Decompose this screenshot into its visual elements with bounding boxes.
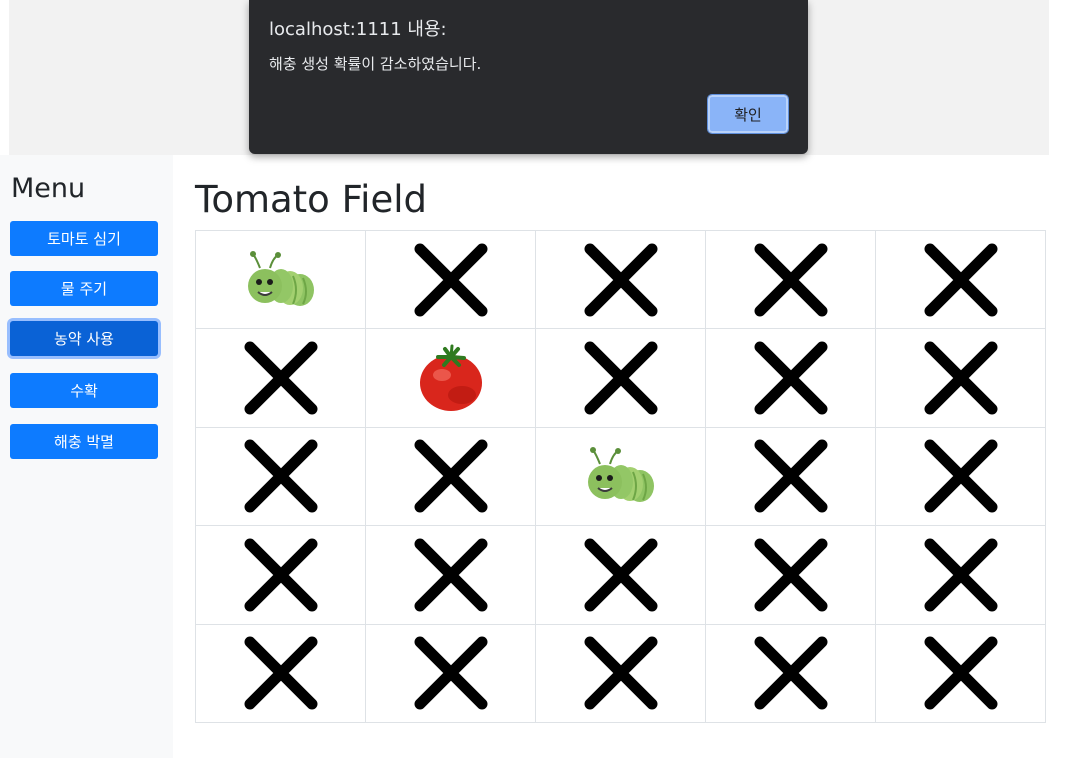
field-cell-empty[interactable] (875, 525, 1046, 625)
field-cell-empty[interactable] (535, 525, 706, 625)
field-row (195, 328, 1046, 428)
tomato-field-grid (195, 229, 1046, 724)
dialog-message: 해충 생성 확률이 감소하였습니다. (269, 55, 482, 73)
field-cell-empty[interactable] (705, 328, 876, 428)
dialog-title: localhost:1111 내용: (269, 19, 447, 40)
page-title: Tomato Field (195, 178, 427, 221)
caterpillar-icon (247, 250, 314, 306)
x-mark-icon (244, 538, 317, 612)
x-mark-icon (754, 636, 827, 710)
x-mark-icon (584, 341, 657, 415)
field-cell-pest[interactable] (195, 229, 366, 330)
field-cell-empty[interactable] (195, 426, 366, 527)
field-cell-empty[interactable] (705, 525, 876, 625)
x-mark-icon (924, 538, 997, 612)
field-cell-pest[interactable] (535, 426, 706, 527)
x-mark-icon (754, 341, 827, 415)
alert-dialog: localhost:1111 내용: 해충 생성 확률이 감소하였습니다. 확인 (249, 0, 808, 154)
field-row (195, 229, 1046, 330)
tomato-icon (419, 344, 482, 412)
field-row (195, 623, 1046, 724)
field-cell-empty[interactable] (875, 328, 1046, 428)
x-mark-icon (414, 636, 487, 710)
harvest-button[interactable]: 수확 (10, 373, 158, 408)
field-cell-tomato[interactable] (365, 328, 536, 428)
x-mark-icon (924, 341, 997, 415)
x-mark-icon (584, 243, 657, 317)
sidebar: Menu 토마토 심기 물 주기 농약 사용 수확 해충 박멸 (0, 155, 173, 758)
field-cell-empty[interactable] (705, 623, 876, 724)
field-row (195, 525, 1046, 625)
x-mark-icon (584, 636, 657, 710)
x-mark-icon (414, 243, 487, 317)
field-row (195, 426, 1046, 527)
field-cell-empty[interactable] (705, 426, 876, 527)
x-mark-icon (244, 636, 317, 710)
exterminate-pest-button[interactable]: 해충 박멸 (10, 424, 158, 459)
field-cell-empty[interactable] (705, 229, 876, 330)
water-button[interactable]: 물 주기 (10, 271, 158, 306)
x-mark-icon (414, 538, 487, 612)
x-mark-icon (924, 439, 997, 513)
field-cell-empty[interactable] (365, 623, 536, 724)
menu-title: Menu (11, 173, 86, 204)
plant-tomato-button[interactable]: 토마토 심기 (10, 221, 158, 256)
field-cell-empty[interactable] (535, 328, 706, 428)
x-mark-icon (924, 243, 997, 317)
caterpillar-icon (587, 447, 654, 503)
field-cell-empty[interactable] (365, 426, 536, 527)
field-cell-empty[interactable] (535, 623, 706, 724)
field-cell-empty[interactable] (875, 229, 1046, 330)
x-mark-icon (414, 439, 487, 513)
field-cell-empty[interactable] (875, 623, 1046, 724)
field-cell-empty[interactable] (195, 623, 366, 724)
dialog-ok-button[interactable]: 확인 (707, 94, 789, 134)
field-cell-empty[interactable] (195, 328, 366, 428)
field-cell-empty[interactable] (195, 525, 366, 625)
field-cell-empty[interactable] (365, 229, 536, 330)
x-mark-icon (244, 439, 317, 513)
x-mark-icon (244, 341, 317, 415)
pesticide-button[interactable]: 농약 사용 (10, 321, 158, 356)
x-mark-icon (754, 439, 827, 513)
x-mark-icon (754, 243, 827, 317)
x-mark-icon (924, 636, 997, 710)
field-cell-empty[interactable] (365, 525, 536, 625)
field-cell-empty[interactable] (535, 229, 706, 330)
x-mark-icon (754, 538, 827, 612)
x-mark-icon (584, 538, 657, 612)
field-cell-empty[interactable] (875, 426, 1046, 527)
